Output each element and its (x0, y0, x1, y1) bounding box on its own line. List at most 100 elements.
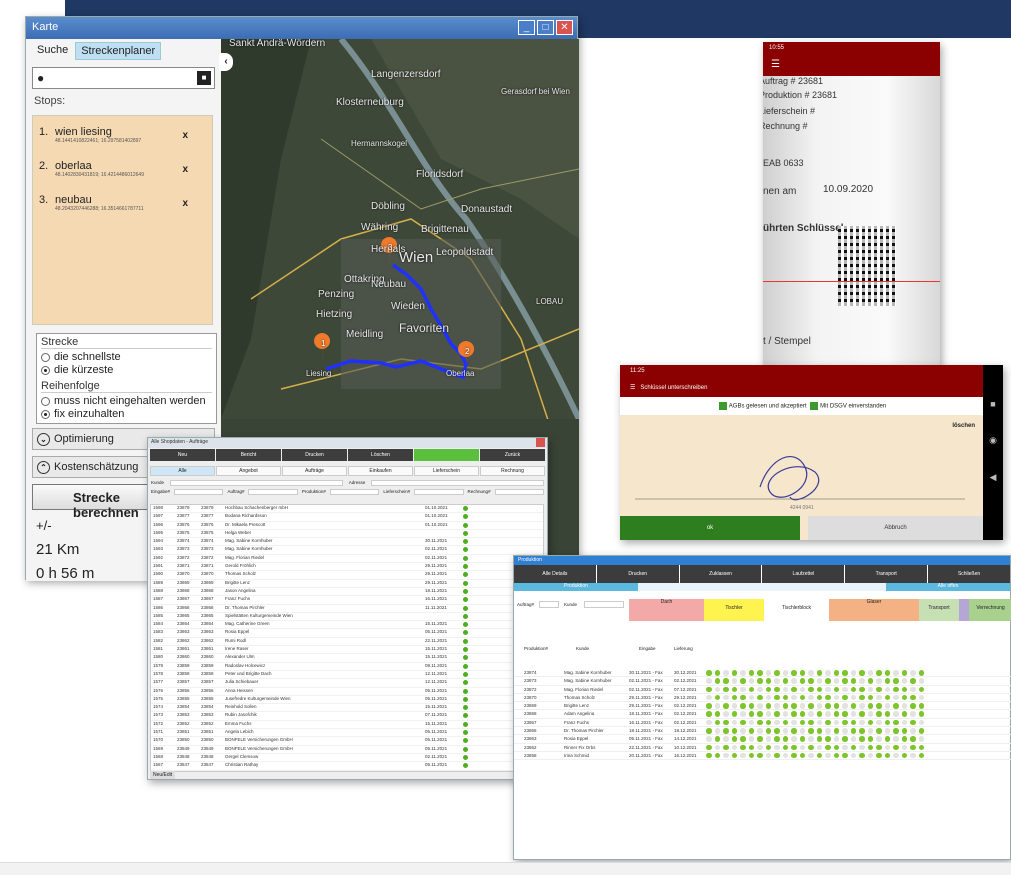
table-row[interactable]: 1577 23857 23857 Julia Schiebauer 12.11.2021 (151, 679, 543, 688)
adresse-input[interactable] (371, 480, 544, 486)
remove-stop-icon[interactable]: x (182, 130, 188, 141)
tab-alle[interactable]: Alle (150, 466, 215, 476)
sub-tab[interactable] (762, 583, 886, 591)
table-row[interactable]: 1593 23873 23873 Mag. Sabine Kornhuber 02.11… (151, 546, 543, 555)
filter-input[interactable] (329, 489, 380, 495)
sub-tab[interactable] (638, 583, 762, 591)
table-row[interactable]: 23874 Mag. Sabine Kornhuber 30.11.2021 - F… (514, 669, 1011, 678)
table-row[interactable]: 1571 23851 23851 Angela Lebich 05.11.2021 (151, 729, 543, 738)
stop-item[interactable]: 1. wien liesing 48.1441410822461; 16.2975… (39, 126, 206, 144)
close-button[interactable] (536, 438, 545, 447)
remove-stop-icon[interactable]: x (182, 198, 188, 209)
schliessen-button[interactable]: Schließen (928, 565, 1010, 583)
tab-rechnung[interactable]: Rechnung (480, 466, 545, 476)
table-row[interactable]: 1585 23865 23865 Spielstätten Kulturgemeind… (151, 613, 543, 622)
table-row[interactable]: 23873 Mag. Sabine Kornhuber 02.11.2021 - F… (514, 677, 1011, 686)
delete-signature-button[interactable]: löschen (952, 423, 975, 429)
table-row[interactable]: 1590 23870 23870 Thomas Scholz 29.11.2021 (151, 571, 543, 580)
maximize-button[interactable]: □ (537, 20, 554, 35)
hamburger-menu-icon[interactable]: ☰ (763, 56, 940, 76)
table-row[interactable]: 1597 23877 23877 Bodana Richardsson 01.10.20… (151, 513, 543, 522)
table-row[interactable]: 1594 23874 23874 Mag. Sabine Kornhuber 30.11… (151, 538, 543, 547)
dsgv-checkbox[interactable] (810, 402, 819, 410)
col-header[interactable]: Eingabe (639, 646, 656, 651)
table-row[interactable]: 1583 23863 23863 Rosia Eppel 05.11.2021 (151, 629, 543, 638)
tab-streckenplaner[interactable]: Streckenplaner (75, 42, 162, 60)
drucken-button[interactable]: Drucken (282, 449, 347, 461)
green-button[interactable] (414, 449, 479, 461)
loeschen-button[interactable]: Löschen (348, 449, 413, 461)
table-row[interactable]: 1586 23866 23866 Dr. Thomas Pirchler 11.11.2… (151, 605, 543, 613)
radio-nicht-eingehalten[interactable]: muss nicht eingehalten werden (41, 395, 212, 408)
kunde-input[interactable] (584, 601, 624, 608)
tab-suche[interactable]: Suche (32, 42, 73, 60)
transport-button[interactable]: Transport (845, 565, 928, 583)
back-icon[interactable]: ◀ (983, 472, 1003, 483)
table-row[interactable]: 23872 Mag. Florian Riedel 02.11.2021 - Fax… (514, 686, 1011, 694)
address-search-input[interactable]: ● ■ (32, 67, 215, 89)
neu-button[interactable]: Neu (150, 449, 215, 461)
sub-tab[interactable]: Produktion (514, 583, 638, 591)
tab-angebot[interactable]: Angebot (216, 466, 281, 476)
home-icon[interactable]: ◉ (983, 435, 1003, 446)
table-row[interactable]: 1595 23875 23875 Helga Weber (151, 530, 543, 539)
ok-button[interactable]: ok (620, 516, 800, 540)
table-row[interactable]: 1574 23854 23854 Reinhold Sollen 15.11.2021 (151, 704, 543, 713)
table-row[interactable]: 1596 23876 23876 Dr. Mikaela Prescott 01.10.… (151, 522, 543, 530)
agb-checkbox[interactable] (718, 402, 727, 410)
col-header[interactable]: Lieferung (674, 646, 693, 651)
collapse-panel-button[interactable]: ‹ (219, 53, 233, 71)
table-row[interactable]: 23862 Rinner Fix Orbs 22.11.2021 - Fax 10.1… (514, 744, 1011, 752)
cancel-button[interactable]: Abbruch (808, 516, 983, 540)
table-row[interactable]: 1570 23850 23850 BONFELE Versicherungen Gmb… (151, 737, 543, 746)
signature-pad[interactable] (620, 417, 983, 517)
square-icon[interactable]: ■ (983, 399, 1003, 409)
table-row[interactable]: 23869 Brigitte Lenz 29.11.2021 - Fax 02.12.… (514, 702, 1011, 711)
tab-lieferschein[interactable]: Lieferschein (414, 466, 479, 476)
table-row[interactable]: 23858 Irina Schmid 20.11.2021 - Fax 16.12.2… (514, 752, 1011, 761)
table-row[interactable]: 1567 23847 23847 Christian Rathay 05.11.2021 (151, 762, 543, 771)
table-row[interactable]: 1581 23861 23861 Irene Raser 15.11.2021 (151, 646, 543, 655)
table-row[interactable]: 1584 23864 23864 Mag. Catherine Green 15.11.… (151, 621, 543, 630)
table-row[interactable]: 23867 Franz Fuchs 16.11.2021 - Fax 02.12.20… (514, 719, 1011, 728)
radio-schnellste[interactable]: die schnellste (41, 351, 212, 364)
stop-item[interactable]: 3. neubau 48.2043207446288; 16.3514661787… (39, 194, 206, 212)
zurueck-button[interactable]: Zurück (480, 449, 545, 461)
stop-item[interactable]: 2. oberlaa 48.1402830431819; 16.421448601… (39, 160, 206, 178)
radio-kuerzeste[interactable]: die kürzeste (41, 364, 212, 377)
table-row[interactable]: 1573 23853 23853 Rubin Jasofchik 07.11.2021 (151, 712, 543, 721)
table-row[interactable]: 1572 23852 23852 Emma Fuchs 15.11.2021 (151, 721, 543, 730)
filter-input[interactable] (174, 489, 224, 495)
close-button[interactable]: ✕ (556, 20, 573, 35)
filter-input[interactable] (248, 489, 298, 495)
tab-einkaufen[interactable]: Einkaufen (348, 466, 413, 476)
auftrag-input[interactable] (539, 601, 559, 608)
radio-fix[interactable]: fix einzuhalten (41, 408, 212, 421)
table-row[interactable]: 1592 23872 23872 Mag. Florian Riedel 02.11.2… (151, 555, 543, 564)
table-row[interactable]: 1589 23869 23869 Brigitte Lenz 29.11.2021 (151, 580, 543, 588)
zuklassen-button[interactable]: Zuklassen (679, 565, 762, 583)
table-row[interactable]: 1578 23858 23858 Peter und Brigitte Dach 12.… (151, 671, 543, 680)
table-row[interactable]: 1591 23871 23871 Gerold Fröhlich 29.11.2021 (151, 563, 543, 572)
table-row[interactable]: 1568 23848 23848 Gergel Clemsow 02.11.2021 (151, 754, 543, 763)
table-row[interactable]: 1569 23849 23849 BONFELE Versicherungen Gmb… (151, 746, 543, 754)
alle-details-button[interactable]: Alle Details (514, 565, 596, 583)
table-row[interactable]: 1598 23879 23879 Hochbau Schachenberger mbH… (151, 505, 543, 514)
table-row[interactable]: 1579 23859 23859 Radoslav Holcewicz 08.11.20… (151, 663, 543, 671)
filter-input[interactable] (414, 489, 464, 495)
table-row[interactable]: 1587 23867 23867 Franz Fuchs 16.11.2021 (151, 596, 543, 605)
remove-stop-icon[interactable]: x (182, 164, 188, 175)
table-row[interactable]: 23863 Rosia Eppel 05.11.2021 - Fax 14.12.20… (514, 735, 1011, 744)
address-book-icon[interactable]: ■ (197, 71, 211, 85)
kunde-input[interactable] (170, 480, 343, 486)
table-row[interactable]: 1575 23855 23855 Jusefredre Kulturgemeinde … (151, 696, 543, 705)
table-row[interactable]: 1582 23862 23862 Rumi Rodl 22.11.2021 (151, 638, 543, 647)
laufzettel-button[interactable]: Laufzettel (762, 565, 845, 583)
minimize-button[interactable]: _ (518, 20, 535, 35)
col-header[interactable]: Kunde (576, 646, 589, 651)
sub-tab[interactable]: Alle offen (886, 583, 1010, 591)
col-header[interactable]: Produktion# (524, 646, 548, 651)
table-row[interactable]: 1576 23856 23856 Anna Heissen 05.11.2021 (151, 688, 543, 696)
bericht-button[interactable]: Bericht (216, 449, 281, 461)
table-row[interactable]: 23870 Thomas Scholz 29.11.2021 - Fax 29.12.… (514, 694, 1011, 703)
